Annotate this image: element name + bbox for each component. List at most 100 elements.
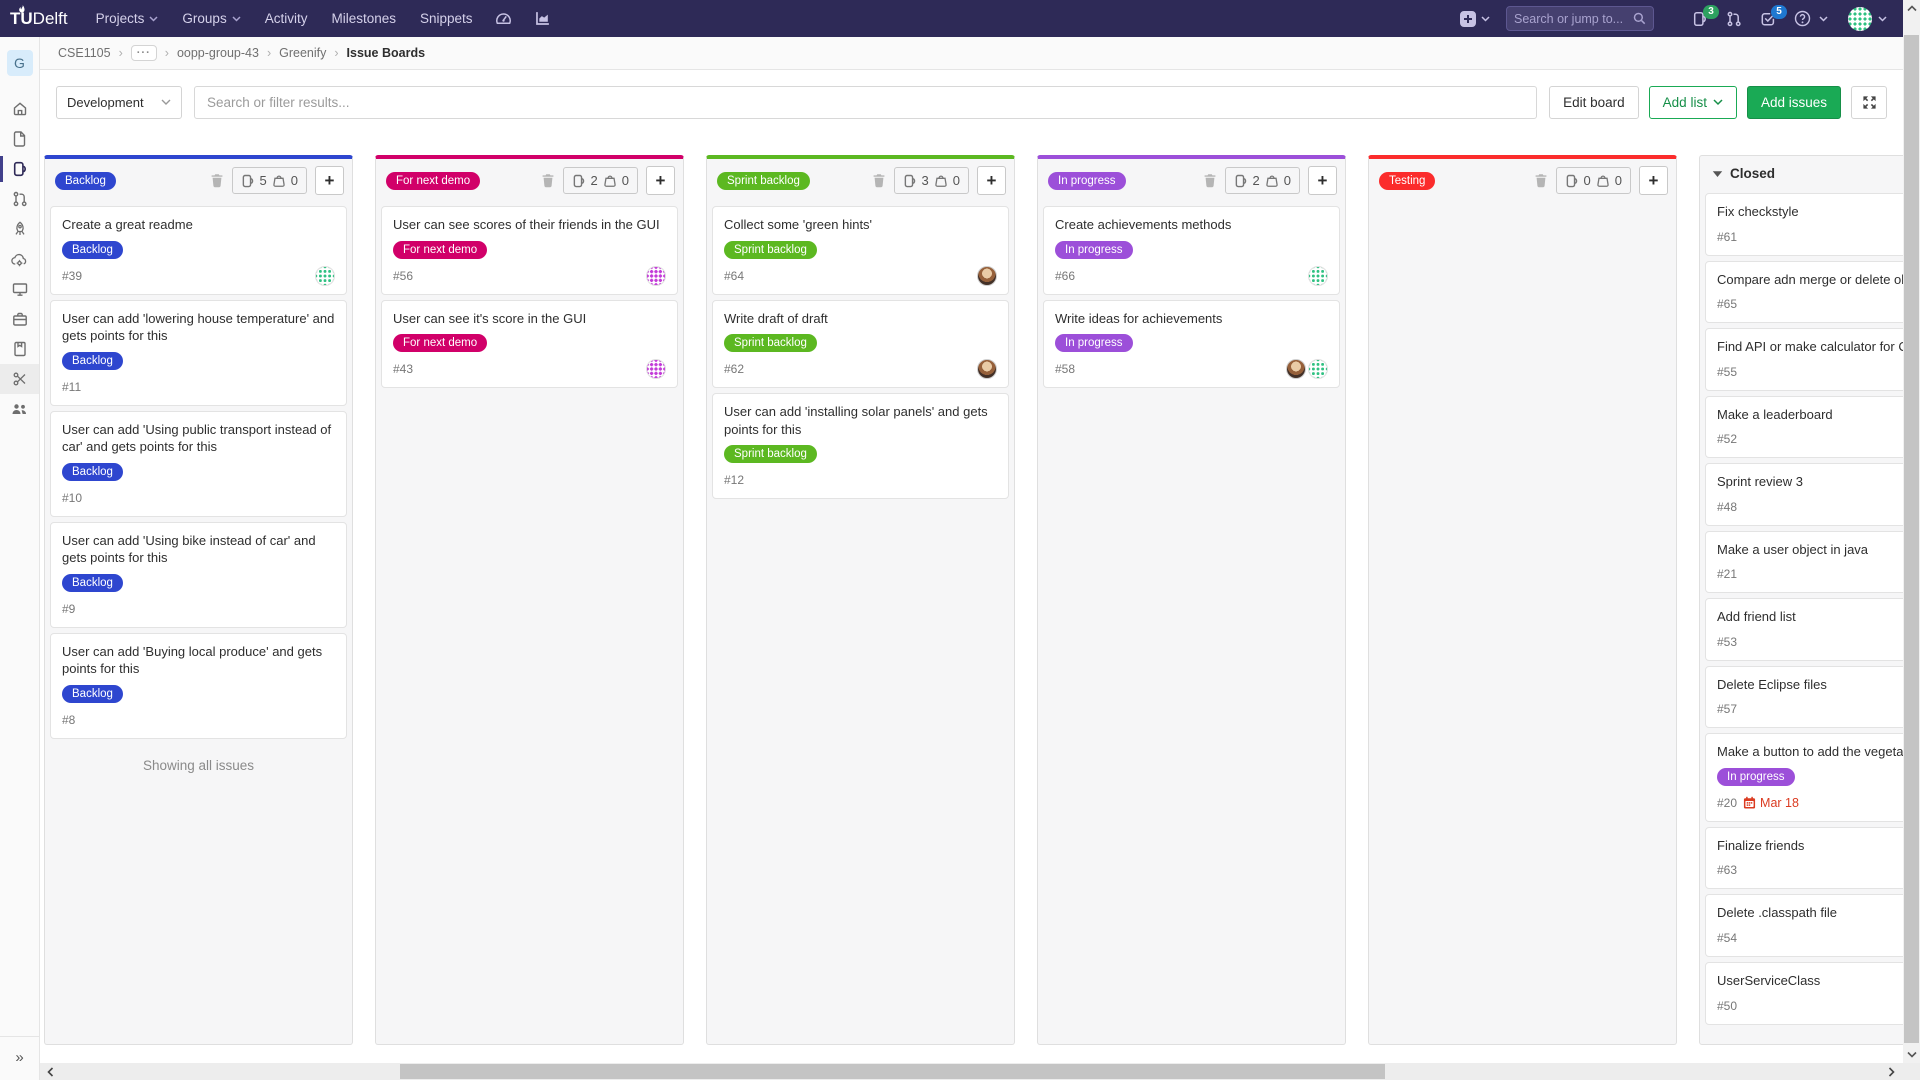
issue-card[interactable]: User can add 'Using public transport ins… bbox=[50, 411, 347, 517]
assignee-avatar[interactable] bbox=[646, 266, 666, 286]
sidebar-item-overview[interactable] bbox=[0, 94, 39, 124]
scroll-down-arrow[interactable] bbox=[1903, 1046, 1920, 1063]
issue-card[interactable]: Sprint review 3 #48 bbox=[1705, 463, 1903, 526]
board-switcher[interactable]: Development bbox=[56, 86, 182, 119]
issue-card[interactable]: User can see it's score in the GUI For n… bbox=[381, 300, 678, 389]
column-label[interactable]: Testing bbox=[1379, 172, 1435, 190]
breadcrumb-item[interactable]: CSE1105 bbox=[58, 46, 111, 60]
global-search-input[interactable] bbox=[1514, 12, 1633, 26]
column-label[interactable]: Sprint backlog bbox=[717, 172, 810, 190]
assignee-avatar[interactable] bbox=[315, 266, 335, 286]
nav-projects[interactable]: Projects bbox=[96, 11, 159, 26]
horizontal-scroll-thumb[interactable] bbox=[400, 1064, 1385, 1079]
breadcrumb-item[interactable]: oopp-group-43 bbox=[177, 46, 259, 60]
breadcrumb-item[interactable]: Issue Boards bbox=[347, 46, 426, 60]
add-issue-to-list-button[interactable]: + bbox=[1308, 166, 1337, 195]
issue-card[interactable]: Add friend list #53 bbox=[1705, 598, 1903, 661]
breadcrumb-ellipsis[interactable]: ··· bbox=[131, 45, 157, 61]
issue-card[interactable]: User can add 'Using bike instead of car'… bbox=[50, 522, 347, 628]
add-issue-to-list-button[interactable]: + bbox=[315, 166, 344, 195]
issue-card[interactable]: Compare adn merge or delete old branches… bbox=[1705, 261, 1903, 324]
column-label[interactable]: For next demo bbox=[386, 172, 480, 190]
new-menu-button[interactable] bbox=[1460, 11, 1490, 27]
nav-activity[interactable]: Activity bbox=[265, 11, 308, 26]
column-label[interactable]: In progress bbox=[1048, 172, 1126, 190]
issue-card[interactable]: Create a great readme Backlog #39 bbox=[50, 206, 347, 295]
sidebar-item-issues[interactable] bbox=[0, 154, 39, 184]
vertical-scrollbar[interactable] bbox=[1903, 0, 1920, 1080]
card-label[interactable]: Backlog bbox=[62, 463, 123, 481]
add-issue-to-list-button[interactable]: + bbox=[646, 166, 675, 195]
card-label[interactable]: In progress bbox=[1717, 768, 1795, 786]
sidebar-item-operations[interactable] bbox=[0, 244, 39, 274]
card-label[interactable]: In progress bbox=[1055, 241, 1133, 259]
issue-card[interactable]: Make a button to add the vegetarian In p… bbox=[1705, 733, 1903, 822]
sidebar-item-merge-requests[interactable] bbox=[0, 184, 39, 214]
card-label[interactable]: For next demo bbox=[393, 334, 487, 352]
tudelft-logo[interactable]: TUDelft bbox=[10, 9, 68, 29]
navbar-todos-button[interactable]: 5 bbox=[1760, 11, 1776, 27]
add-issue-to-list-button[interactable]: + bbox=[1639, 166, 1668, 195]
delete-list-button[interactable] bbox=[210, 173, 224, 188]
issue-card[interactable]: Delete .classpath file #54 bbox=[1705, 894, 1903, 957]
vertical-scroll-thumb[interactable] bbox=[1904, 35, 1919, 1043]
assignee-avatar[interactable] bbox=[1308, 359, 1328, 379]
sidebar-collapse-button[interactable]: » bbox=[0, 1036, 39, 1066]
card-label[interactable]: Backlog bbox=[62, 352, 123, 370]
card-label[interactable]: Backlog bbox=[62, 685, 123, 703]
card-label[interactable]: Backlog bbox=[62, 241, 123, 259]
delete-list-button[interactable] bbox=[1203, 173, 1217, 188]
delete-list-button[interactable] bbox=[541, 173, 555, 188]
sidebar-item-cicd[interactable] bbox=[0, 214, 39, 244]
delete-list-button[interactable] bbox=[872, 173, 886, 188]
delete-list-button[interactable] bbox=[1534, 173, 1548, 188]
analytics-icon[interactable] bbox=[534, 10, 551, 27]
add-list-button[interactable]: Add list bbox=[1649, 86, 1737, 119]
card-label[interactable]: Sprint backlog bbox=[724, 241, 817, 259]
assignee-avatar[interactable] bbox=[646, 359, 666, 379]
issue-card[interactable]: Fix checkstyle #61 bbox=[1705, 193, 1903, 256]
edit-board-button[interactable]: Edit board bbox=[1549, 86, 1639, 119]
issue-card[interactable]: Write draft of draft Sprint backlog #62 bbox=[712, 300, 1009, 389]
assignee-avatar[interactable] bbox=[977, 266, 997, 286]
assignee-avatar[interactable] bbox=[1286, 359, 1306, 379]
sidebar-item-snippets[interactable] bbox=[0, 364, 39, 394]
issue-card[interactable]: Collect some 'green hints' Sprint backlo… bbox=[712, 206, 1009, 295]
issue-card[interactable]: Find API or make calculator for CO2 #55 bbox=[1705, 328, 1903, 391]
issue-card[interactable]: Create achievements methods In progress … bbox=[1043, 206, 1340, 295]
sidebar-item-repository[interactable] bbox=[0, 124, 39, 154]
add-issue-to-list-button[interactable]: + bbox=[977, 166, 1006, 195]
assignee-avatar[interactable] bbox=[977, 359, 997, 379]
card-label[interactable]: Backlog bbox=[62, 574, 123, 592]
nav-milestones[interactable]: Milestones bbox=[331, 11, 396, 26]
scroll-up-arrow[interactable] bbox=[1903, 0, 1920, 17]
issue-card[interactable]: User can add 'installing solar panels' a… bbox=[712, 393, 1009, 499]
sidebar-item-analytics[interactable] bbox=[0, 274, 39, 304]
nav-snippets[interactable]: Snippets bbox=[420, 11, 473, 26]
user-avatar[interactable] bbox=[1848, 7, 1872, 31]
issue-card[interactable]: Make a user object in java #21 bbox=[1705, 531, 1903, 594]
issue-card[interactable]: UserServiceClass #50 bbox=[1705, 962, 1903, 1025]
sidebar-item-wiki[interactable] bbox=[0, 334, 39, 364]
navbar-issues-button[interactable]: 3 bbox=[1692, 11, 1708, 27]
card-label[interactable]: Sprint backlog bbox=[724, 334, 817, 352]
nav-groups[interactable]: Groups bbox=[182, 11, 240, 26]
operations-dashboard-icon[interactable] bbox=[495, 10, 512, 27]
navbar-merge-requests-button[interactable] bbox=[1726, 11, 1742, 27]
scroll-left-arrow[interactable] bbox=[40, 1067, 60, 1077]
sidebar-item-packages[interactable] bbox=[0, 304, 39, 334]
sidebar-item-members[interactable] bbox=[0, 394, 39, 424]
project-avatar[interactable]: G bbox=[7, 50, 33, 76]
issue-card[interactable]: Delete Eclipse files #57 bbox=[1705, 666, 1903, 729]
help-menu-button[interactable] bbox=[1794, 10, 1828, 27]
issue-card[interactable]: User can add 'Buying local produce' and … bbox=[50, 633, 347, 739]
collapse-caret-icon[interactable] bbox=[1712, 170, 1723, 178]
assignee-avatar[interactable] bbox=[1308, 266, 1328, 286]
add-issues-button[interactable]: Add issues bbox=[1747, 86, 1841, 119]
issue-card[interactable]: Finalize friends #63 bbox=[1705, 827, 1903, 890]
column-label[interactable]: Backlog bbox=[55, 172, 116, 190]
fullscreen-button[interactable] bbox=[1851, 86, 1887, 119]
issue-filter-input[interactable] bbox=[207, 95, 1524, 110]
scroll-right-arrow[interactable] bbox=[1881, 1067, 1901, 1077]
breadcrumb-item[interactable]: Greenify bbox=[279, 46, 326, 60]
